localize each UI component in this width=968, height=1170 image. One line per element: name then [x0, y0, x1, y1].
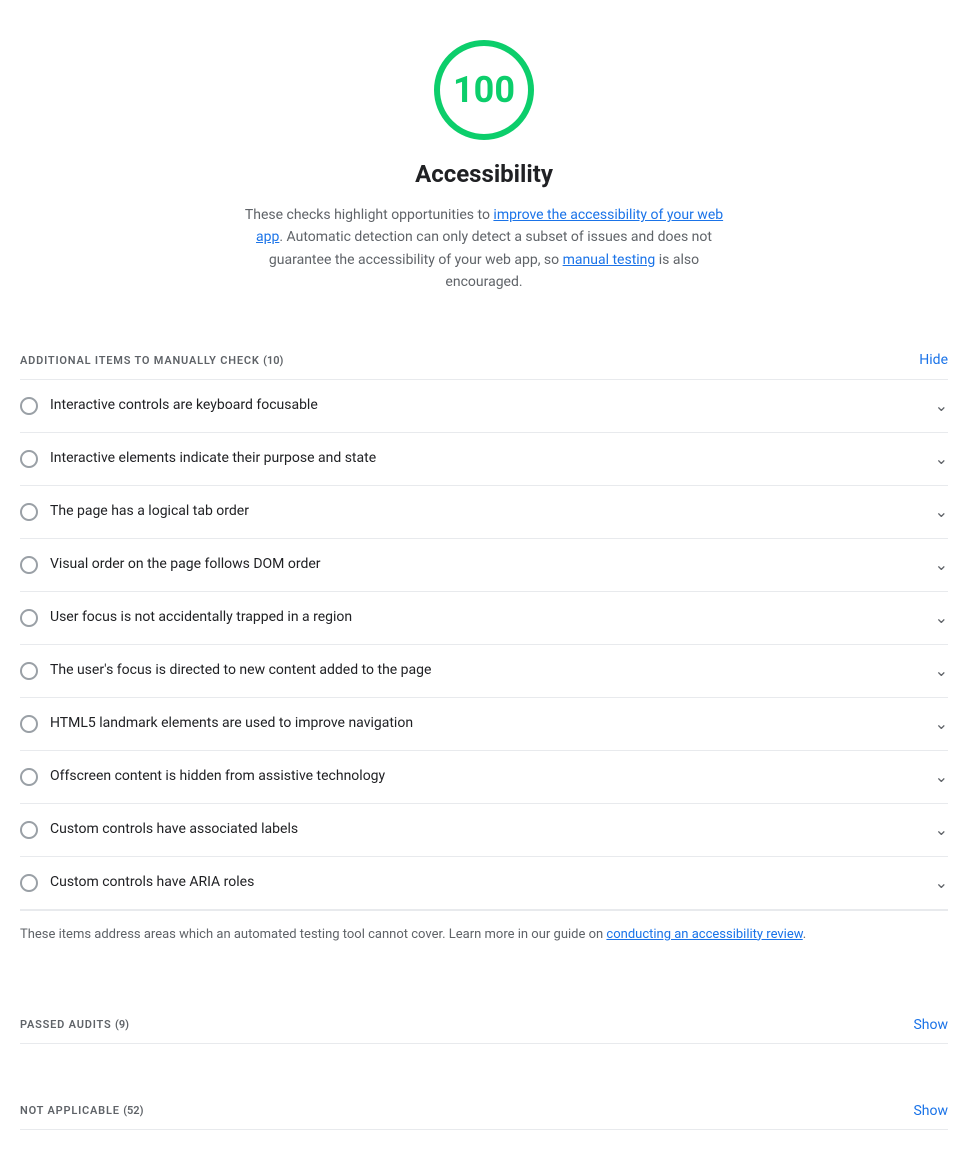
chevron-icon-1: ⌄ [935, 447, 948, 471]
audit-item-left-7: Offscreen content is hidden from assisti… [20, 766, 923, 787]
audit-item-left-4: User focus is not accidentally trapped i… [20, 607, 923, 628]
description-plain-text: These checks highlight opportunities to [245, 207, 494, 223]
audit-label-5: The user's focus is directed to new cont… [50, 660, 431, 681]
manual-footer-end: . [803, 927, 806, 942]
not-applicable-divider [20, 1129, 948, 1130]
audit-label-3: Visual order on the page follows DOM ord… [50, 554, 321, 575]
score-number: 100 [453, 63, 515, 117]
audit-item-0[interactable]: Interactive controls are keyboard focusa… [20, 380, 948, 433]
chevron-icon-8: ⌄ [935, 818, 948, 842]
chevron-icon-9: ⌄ [935, 871, 948, 895]
score-section: 100 Accessibility These checks highlight… [20, 40, 948, 294]
audit-item-left-8: Custom controls have associated labels [20, 819, 923, 840]
audit-label-1: Interactive elements indicate their purp… [50, 448, 376, 469]
chevron-icon-5: ⌄ [935, 659, 948, 683]
audit-item-left-2: The page has a logical tab order [20, 501, 923, 522]
passed-audits-title: PASSED AUDITS [20, 1018, 112, 1031]
chevron-icon-7: ⌄ [935, 765, 948, 789]
not-applicable-toggle[interactable]: Show [913, 1103, 948, 1119]
not-applicable-section: NOT APPLICABLE (52) Show [20, 1084, 948, 1130]
audit-item-8[interactable]: Custom controls have associated labels ⌄ [20, 804, 948, 857]
audit-item-5[interactable]: The user's focus is directed to new cont… [20, 645, 948, 698]
passed-audits-header: PASSED AUDITS (9) Show [20, 998, 948, 1043]
passed-audits-section: PASSED AUDITS (9) Show [20, 998, 948, 1044]
audit-item-left-1: Interactive elements indicate their purp… [20, 448, 923, 469]
chevron-icon-0: ⌄ [935, 394, 948, 418]
audit-status-icon-4 [20, 609, 38, 627]
audit-label-8: Custom controls have associated labels [50, 819, 298, 840]
manual-footer-text: These items address areas which an autom… [20, 927, 606, 942]
passed-audits-divider [20, 1043, 948, 1044]
passed-audits-title-group: PASSED AUDITS (9) [20, 1014, 129, 1035]
audit-item-left-0: Interactive controls are keyboard focusa… [20, 395, 923, 416]
manual-check-count: (10) [263, 354, 283, 367]
audit-item-1[interactable]: Interactive elements indicate their purp… [20, 433, 948, 486]
passed-audits-toggle[interactable]: Show [913, 1017, 948, 1033]
audit-item-9[interactable]: Custom controls have ARIA roles ⌄ [20, 857, 948, 910]
score-circle: 100 [434, 40, 534, 140]
audit-status-icon-1 [20, 450, 38, 468]
not-applicable-title-group: NOT APPLICABLE (52) [20, 1100, 143, 1121]
page-container: 100 Accessibility These checks highlight… [0, 0, 968, 1170]
chevron-icon-4: ⌄ [935, 606, 948, 630]
not-applicable-header: NOT APPLICABLE (52) Show [20, 1084, 948, 1129]
audit-item-3[interactable]: Visual order on the page follows DOM ord… [20, 539, 948, 592]
audit-status-icon-6 [20, 715, 38, 733]
chevron-icon-2: ⌄ [935, 500, 948, 524]
audit-item-left-3: Visual order on the page follows DOM ord… [20, 554, 923, 575]
manual-check-header: ADDITIONAL ITEMS TO MANUALLY CHECK (10) … [20, 334, 948, 379]
passed-audits-count: (9) [115, 1018, 129, 1031]
audit-status-icon-0 [20, 397, 38, 415]
audit-label-6: HTML5 landmark elements are used to impr… [50, 713, 413, 734]
audit-item-left-9: Custom controls have ARIA roles [20, 872, 923, 893]
manual-check-section: ADDITIONAL ITEMS TO MANUALLY CHECK (10) … [20, 334, 948, 959]
audit-label-4: User focus is not accidentally trapped i… [50, 607, 352, 628]
audit-item-7[interactable]: Offscreen content is hidden from assisti… [20, 751, 948, 804]
manual-testing-link[interactable]: manual testing [563, 252, 656, 268]
audit-label-0: Interactive controls are keyboard focusa… [50, 395, 318, 416]
not-applicable-count: (52) [123, 1104, 143, 1117]
audit-item-4[interactable]: User focus is not accidentally trapped i… [20, 592, 948, 645]
accessibility-review-link[interactable]: conducting an accessibility review [606, 927, 802, 942]
audit-label-7: Offscreen content is hidden from assisti… [50, 766, 385, 787]
score-description: These checks highlight opportunities to … [234, 204, 734, 294]
chevron-icon-3: ⌄ [935, 553, 948, 577]
audit-status-icon-9 [20, 874, 38, 892]
manual-footer-note: These items address areas which an autom… [20, 910, 948, 959]
audit-item-2[interactable]: The page has a logical tab order ⌄ [20, 486, 948, 539]
audit-status-icon-7 [20, 768, 38, 786]
manual-check-title: ADDITIONAL ITEMS TO MANUALLY CHECK [20, 354, 260, 367]
audit-label-9: Custom controls have ARIA roles [50, 872, 254, 893]
manual-check-list: Interactive controls are keyboard focusa… [20, 379, 948, 910]
audit-status-icon-5 [20, 662, 38, 680]
manual-check-title-group: ADDITIONAL ITEMS TO MANUALLY CHECK (10) [20, 350, 283, 371]
audit-label-2: The page has a logical tab order [50, 501, 249, 522]
audit-item-6[interactable]: HTML5 landmark elements are used to impr… [20, 698, 948, 751]
audit-status-icon-8 [20, 821, 38, 839]
audit-item-left-5: The user's focus is directed to new cont… [20, 660, 923, 681]
audit-status-icon-2 [20, 503, 38, 521]
not-applicable-title: NOT APPLICABLE [20, 1104, 120, 1117]
audit-item-left-6: HTML5 landmark elements are used to impr… [20, 713, 923, 734]
chevron-icon-6: ⌄ [935, 712, 948, 736]
manual-check-toggle[interactable]: Hide [919, 352, 948, 368]
score-title: Accessibility [415, 156, 553, 192]
audit-status-icon-3 [20, 556, 38, 574]
